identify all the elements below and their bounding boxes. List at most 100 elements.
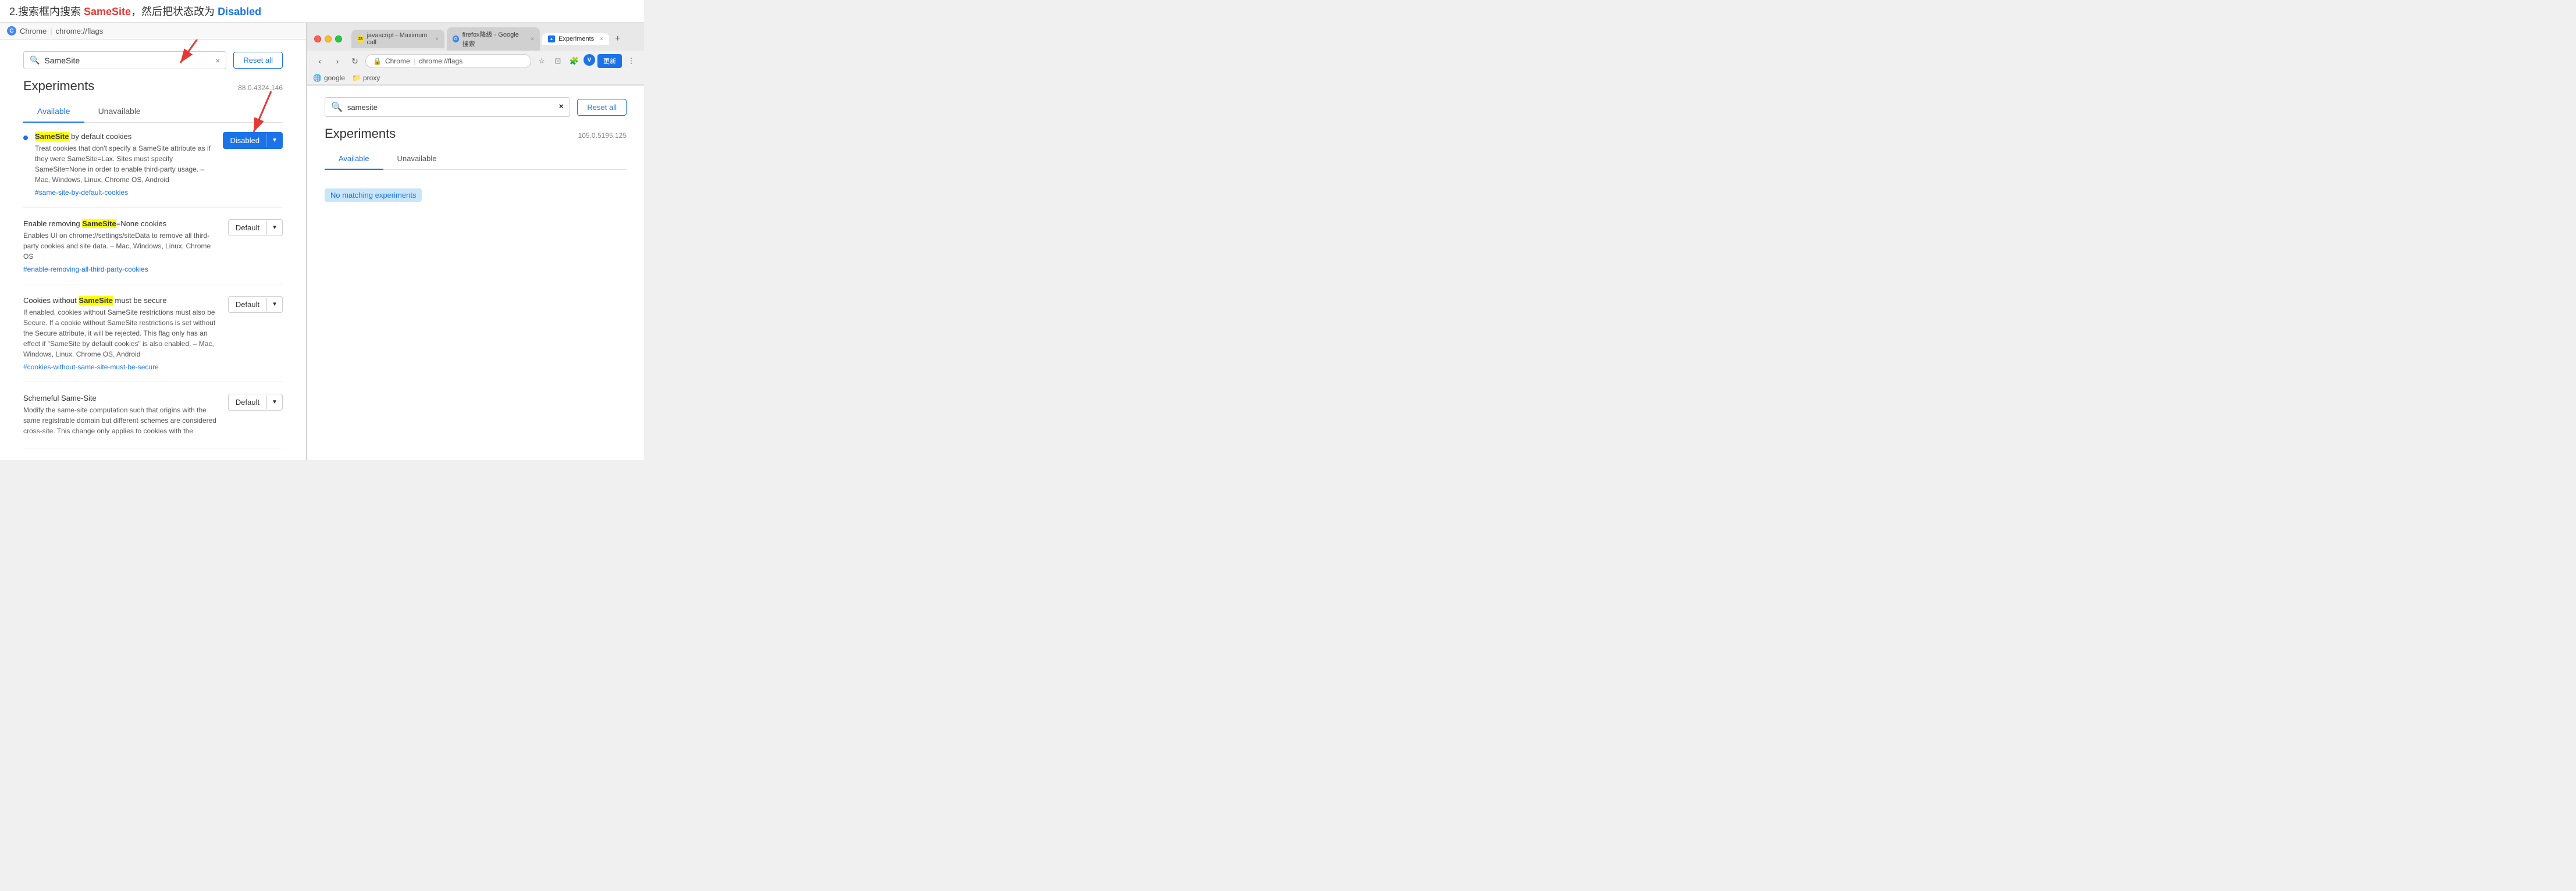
- search-box[interactable]: 🔍 SameSite ×: [23, 51, 226, 69]
- right-search-icon: 🔍: [331, 101, 343, 113]
- title-prefix-3: Cookies without: [23, 296, 79, 305]
- title-highlight-2: SameSite: [82, 219, 116, 228]
- maximize-button[interactable]: [335, 35, 342, 42]
- left-panel: C Chrome | chrome://flags 🔍 SameSite × R…: [0, 23, 307, 460]
- experiment-content: SameSite by default cookies Treat cookie…: [35, 132, 216, 198]
- profile-avatar[interactable]: V: [583, 54, 595, 66]
- js-favicon: JS: [357, 35, 363, 42]
- experiment-title-4: Schemeful Same-Site: [23, 394, 221, 402]
- experiments-title: Experiments: [23, 79, 94, 94]
- title-suffix-2: =None cookies: [116, 219, 166, 228]
- version-text: 88.0.4324.146: [238, 84, 283, 92]
- url-bar-label: Chrome: [385, 57, 410, 65]
- tab-available[interactable]: Available: [23, 101, 84, 123]
- window-chrome: JS javascript - Maximum call × G firefox…: [307, 23, 644, 85]
- dropdown-arrow-icon: ▼: [266, 134, 282, 147]
- experiment-link-1[interactable]: #same-site-by-default-cookies: [35, 188, 128, 197]
- url-separator: |: [414, 57, 415, 65]
- browser-label: Chrome: [20, 27, 47, 35]
- reset-all-button[interactable]: Reset all: [233, 52, 283, 69]
- browser-nav: ‹ › ↻ 🔒 Chrome | chrome://flags ☆ ⊡ 🧩 V …: [307, 51, 644, 72]
- close-button[interactable]: [314, 35, 321, 42]
- experiments-header: Experiments 88.0.4324.146: [23, 79, 283, 94]
- search-container: 🔍 SameSite × Reset all: [23, 51, 283, 69]
- experiment-link-2[interactable]: #enable-removing-all-third-party-cookies: [23, 265, 148, 273]
- tab-close-js[interactable]: ×: [435, 36, 439, 42]
- chrome-icon: C: [7, 26, 16, 35]
- instruction-middle: ，然后把状态改为: [131, 6, 215, 17]
- instruction-bar: 2.搜索框内搜索 SameSite，然后把状态改为 Disabled: [0, 0, 644, 23]
- dropdown-label-2: Default: [229, 220, 266, 236]
- tab-close-google[interactable]: ×: [531, 36, 534, 42]
- bookmark-proxy[interactable]: 📁 proxy: [352, 74, 380, 82]
- new-tab-button[interactable]: +: [611, 34, 624, 44]
- clear-search-icon[interactable]: ×: [215, 56, 220, 65]
- experiment-link-3[interactable]: #cookies-without-same-site-must-be-secur…: [23, 363, 159, 371]
- experiment-dot: [23, 136, 28, 140]
- bookmark-button[interactable]: ☆: [535, 54, 549, 68]
- search-section: 🔍 SameSite × Reset all: [23, 51, 283, 69]
- right-clear-icon[interactable]: ×: [558, 102, 564, 112]
- right-search-input[interactable]: samesite: [347, 103, 554, 112]
- tab-close-experiments[interactable]: ×: [600, 36, 603, 42]
- experiment-title-1: SameSite by default cookies: [35, 132, 216, 141]
- right-search-container: 🔍 samesite × Reset all: [325, 97, 627, 117]
- tab-label-google: firefox降级 - Google 搜索: [462, 30, 525, 48]
- search-icon: 🔍: [30, 55, 40, 65]
- dropdown-label: Disabled: [223, 133, 267, 148]
- tab-search-button[interactable]: ⊡: [551, 54, 565, 68]
- minimize-button[interactable]: [325, 35, 332, 42]
- title-prefix-2: Enable removing: [23, 219, 82, 228]
- url-text: chrome://flags: [419, 57, 462, 65]
- instruction-highlight1: SameSite: [84, 6, 131, 17]
- experiment-desc-3: If enabled, cookies without SameSite res…: [23, 307, 221, 359]
- title-suffix-3: must be secure: [113, 296, 167, 305]
- experiment-title-2: Enable removing SameSite=None cookies: [23, 219, 221, 228]
- right-tab-unavailable[interactable]: Unavailable: [383, 148, 451, 170]
- experiment-control-3: Default ▼: [228, 296, 283, 313]
- disabled-dropdown[interactable]: Disabled ▼: [223, 132, 283, 149]
- title-highlight: SameSite: [35, 132, 69, 141]
- default-dropdown-3[interactable]: Default ▼: [228, 296, 283, 313]
- default-dropdown-4[interactable]: Default ▼: [228, 394, 283, 411]
- browser-tabs-bar: JS javascript - Maximum call × G firefox…: [351, 27, 637, 51]
- browser-tab-js[interactable]: JS javascript - Maximum call ×: [351, 30, 444, 48]
- dropdown-arrow-icon-2: ▼: [266, 221, 282, 234]
- browser-tab-google[interactable]: G firefox降级 - Google 搜索 ×: [447, 27, 540, 51]
- right-search-box[interactable]: 🔍 samesite ×: [325, 97, 570, 117]
- exp-favicon: ▲: [548, 35, 555, 42]
- dropdown-label-4: Default: [229, 394, 266, 410]
- tab-unavailable[interactable]: Unavailable: [84, 101, 155, 123]
- nav-actions: ☆ ⊡ 🧩 V 更新 ⋮: [535, 54, 638, 68]
- main-layout: C Chrome | chrome://flags 🔍 SameSite × R…: [0, 23, 644, 460]
- bookmark-label-google: google: [324, 74, 345, 82]
- refresh-button[interactable]: ↻: [348, 54, 362, 68]
- experiment-desc-1: Treat cookies that don't specify a SameS…: [35, 143, 216, 185]
- left-url: chrome://flags: [56, 27, 104, 35]
- dropdown-label-3: Default: [229, 297, 266, 312]
- extensions-button[interactable]: 🧩: [567, 54, 581, 68]
- back-button[interactable]: ‹: [313, 54, 327, 68]
- forward-button[interactable]: ›: [330, 54, 344, 68]
- bookmark-google[interactable]: 🌐 google: [313, 74, 345, 82]
- update-button[interactable]: 更新: [597, 54, 622, 68]
- menu-button[interactable]: ⋮: [624, 54, 638, 68]
- right-tab-available[interactable]: Available: [325, 148, 383, 170]
- experiment-item-removing-samesite: Enable removing SameSite=None cookies En…: [23, 219, 283, 284]
- experiment-item-schemeful: Schemeful Same-Site Modify the same-site…: [23, 394, 283, 448]
- url-bar[interactable]: 🔒 Chrome | chrome://flags: [365, 54, 531, 68]
- left-address-bar: C Chrome | chrome://flags: [0, 23, 306, 40]
- google-favicon: G: [453, 35, 459, 42]
- globe-icon: 🌐: [313, 74, 322, 82]
- right-reset-button[interactable]: Reset all: [577, 99, 627, 116]
- default-dropdown-2[interactable]: Default ▼: [228, 219, 283, 236]
- experiment-control-2: Default ▼: [228, 219, 283, 236]
- dropdown-arrow-icon-3: ▼: [266, 298, 282, 311]
- title-suffix-1: by default cookies: [69, 132, 132, 141]
- instruction-text: 2.搜索框内搜索: [9, 6, 84, 17]
- left-content-area: 🔍 SameSite × Reset all: [0, 40, 306, 460]
- folder-icon: 📁: [352, 74, 361, 82]
- experiment-content-2: Enable removing SameSite=None cookies En…: [23, 219, 221, 275]
- browser-tab-experiments[interactable]: ▲ Experiments ×: [542, 33, 609, 45]
- search-input[interactable]: SameSite: [44, 56, 211, 65]
